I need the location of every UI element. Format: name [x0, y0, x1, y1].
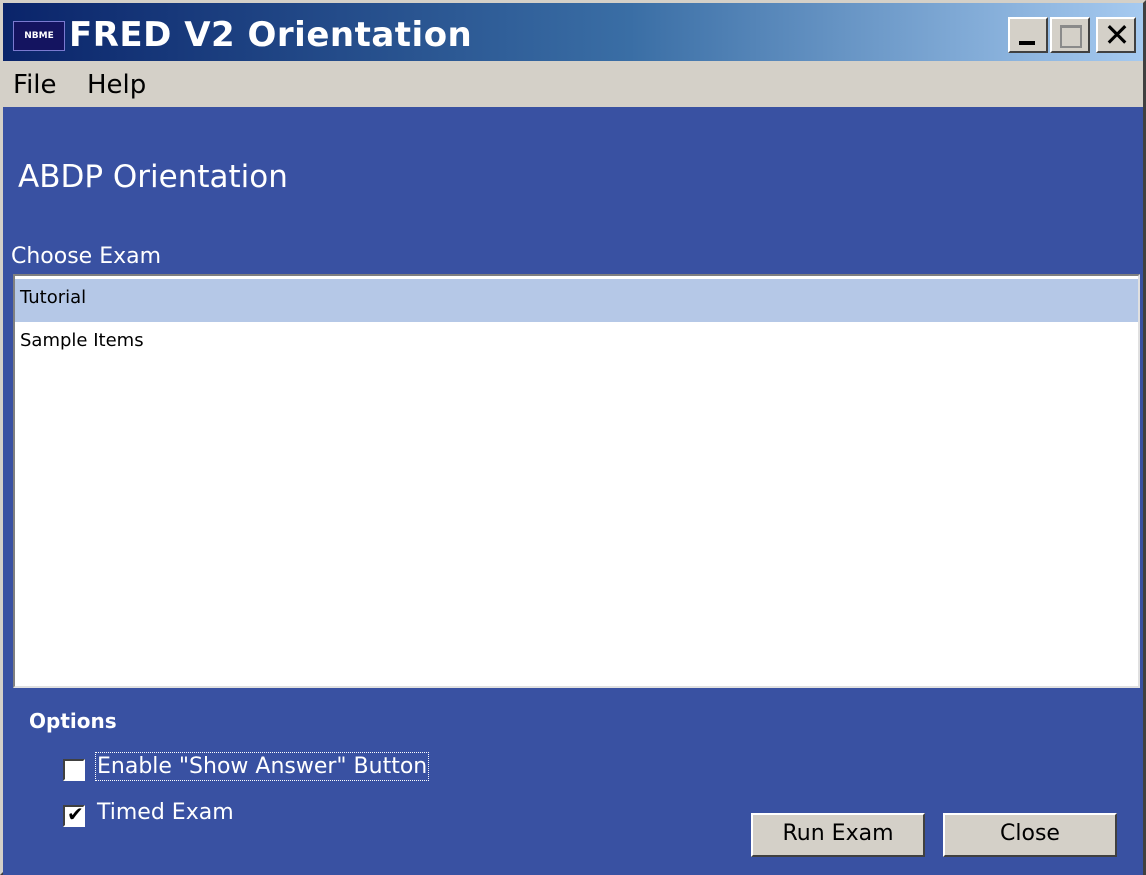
- timed-exam-label[interactable]: Timed Exam: [97, 800, 234, 825]
- close-button[interactable]: Close: [943, 813, 1117, 857]
- minimize-icon: [1019, 41, 1035, 45]
- menu-bar: File Help: [3, 61, 1143, 107]
- main-panel: ABDP Orientation Choose Exam Tutorial Sa…: [3, 107, 1143, 875]
- menu-help[interactable]: Help: [87, 70, 146, 100]
- title-bar[interactable]: NBME FRED V2 Orientation ✕: [3, 3, 1143, 61]
- minimize-button[interactable]: [1008, 17, 1048, 53]
- menu-file[interactable]: File: [13, 70, 57, 100]
- page-title: ABDP Orientation: [18, 159, 288, 195]
- choose-exam-label: Choose Exam: [11, 244, 162, 269]
- exam-list[interactable]: Tutorial Sample Items: [13, 274, 1140, 688]
- checkmark-icon: ✔: [67, 802, 84, 826]
- maximize-icon: [1060, 25, 1082, 48]
- show-answer-checkbox[interactable]: [63, 759, 85, 781]
- window-title: FRED V2 Orientation: [69, 15, 473, 55]
- run-exam-button[interactable]: Run Exam: [751, 813, 925, 857]
- timed-exam-checkbox[interactable]: ✔: [63, 802, 85, 827]
- close-window-button[interactable]: ✕: [1096, 16, 1136, 54]
- close-icon: ✕: [1103, 16, 1131, 54]
- exam-item-sample-items[interactable]: Sample Items: [15, 322, 1138, 365]
- options-label: Options: [29, 709, 117, 733]
- app-window: NBME FRED V2 Orientation ✕ File Help ABD…: [0, 0, 1146, 875]
- exam-item-tutorial[interactable]: Tutorial: [15, 279, 1138, 322]
- show-answer-label[interactable]: Enable "Show Answer" Button: [94, 752, 430, 781]
- maximize-button[interactable]: [1050, 17, 1090, 53]
- app-logo-icon: NBME: [13, 21, 65, 51]
